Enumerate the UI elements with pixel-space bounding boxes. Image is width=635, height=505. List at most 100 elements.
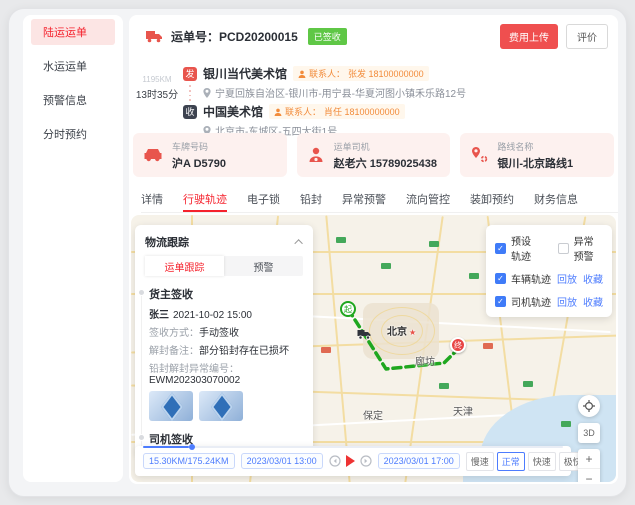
route-summary: 1195KM 13时35分 发 银川当代美术馆 联系人：张发 181000000… [133,59,608,131]
speed-fast[interactable]: 快速 [528,452,556,471]
timeline-dot [138,434,145,441]
tab-lead-seal[interactable]: 铅封 [300,187,322,212]
entry-person: 张三 [149,310,169,321]
waybill-header: 运单号：PCD20200015 已签收 费用上传 评价 [129,23,618,49]
preset-track-checkbox[interactable]: ✓ [495,243,506,254]
preset-track-label: 预设轨迹 [511,233,540,263]
progress-slider[interactable] [143,446,563,448]
app-window: 陆运运单 水运运单 预警信息 分时预约 运单号：PCD20200015 已签收 … [8,8,627,497]
route-distance-duration: 1195KM 13时35分 [135,75,179,101]
city-label-tianjin: 天津 [453,403,473,418]
field-label: 铅封解封异常编号： [149,364,239,375]
main-panel: 运单号：PCD20200015 已签收 费用上传 评价 1195KM 13时35… [129,15,618,484]
route-end-marker[interactable]: 终 [450,337,466,353]
tab-driving-track[interactable]: 行驶轨迹 [183,187,227,212]
sidebar-item-land-waybill[interactable]: 陆运运单 [31,19,115,45]
destination-contact-chip: 联系人：肖任 18100000000 [269,104,405,119]
location-pin-icon [203,88,211,98]
origin-contact-chip: 联系人：张发 18100000000 [293,66,429,81]
sidebar-item-alert-info[interactable]: 预警信息 [31,87,115,113]
vehicle-favorite-link[interactable]: 收藏 [583,271,603,286]
playback-bar: 15.30KM/175.24KM 2023/03/01 13:00 2023/0… [135,446,571,476]
field-value: EWM202303070002 [149,375,240,386]
person-icon [298,70,306,78]
waybill-number: PCD20200015 [219,30,298,44]
end-time-box[interactable]: 2023/03/01 17:00 [378,453,460,469]
waybill-label: 运单号：PCD20200015 [171,28,298,45]
contact-label: 联系人： [285,105,321,118]
capital-star-icon: ★ [409,328,416,337]
speed-slow[interactable]: 慢速 [466,452,494,471]
vehicle-replay-link[interactable]: 回放 [557,271,577,286]
map-canvas[interactable]: 起 终 北京★ 廊坊 保定 天津 ✓ 预设轨迹 异常预警 ✓ [131,215,616,482]
sidebar: 陆运运单 水运运单 预警信息 分时预约 [23,15,123,482]
person-icon [274,108,282,116]
tab-flow-control[interactable]: 流向管控 [406,187,450,212]
city-label-baoding: 保定 [363,407,383,422]
tab-e-lock[interactable]: 电子锁 [247,187,280,212]
plate-label: 车牌号码 [172,140,226,153]
tab-loading-booking[interactable]: 装卸预约 [470,187,514,212]
route-name-value: 银川-北京路线1 [497,155,573,171]
tab-abnormal-alert[interactable]: 异常预警 [342,187,386,212]
city-label-beijing: 北京★ [387,323,416,338]
tab-waybill-tracking[interactable]: 运单跟踪 [145,256,224,276]
track-legend-panel: ✓ 预设轨迹 异常预警 ✓ 车辆轨迹 回放收藏 ✓ 司机轨迹 回放收藏 [486,225,612,317]
evaluate-button[interactable]: 评价 [566,24,608,49]
origin-badge-icon: 发 [183,67,197,81]
origin-name: 银川当代美术馆 [203,65,287,82]
driver-value: 赵老六 15789025438 [334,155,437,171]
abnormal-alert-checkbox[interactable] [558,243,569,254]
logistics-tracking-panel: 物流跟踪 运单跟踪 预警 货主签收 张三2021-10-02 15:00 签收方… [135,225,313,455]
vehicle-track-checkbox[interactable]: ✓ [495,273,506,284]
driver-track-checkbox[interactable]: ✓ [495,296,506,307]
driver-label: 运单司机 [334,140,437,153]
fee-upload-button[interactable]: 费用上传 [500,24,558,49]
field-label: 签收方式： [149,328,199,339]
destination-badge-icon: 收 [183,105,197,119]
plate-card: 车牌号码 沪A D5790 [133,133,287,177]
route-name-label: 路线名称 [497,140,573,153]
contact-label: 联系人： [309,67,345,80]
attachment-thumbnail[interactable] [149,391,193,421]
tab-warning[interactable]: 预警 [224,256,303,276]
field-value: 手动签收 [199,328,239,339]
route-icon [470,146,488,164]
tracking-tabs: 运单跟踪 预警 [145,256,303,276]
map-zoom-control: + − [578,449,600,482]
vehicle-track-label: 车辆轨迹 [511,271,551,286]
info-cards: 车牌号码 沪A D5790 运单司机 赵老六 15789025438 路线名称 … [133,133,614,177]
tracking-timeline: 货主签收 张三2021-10-02 15:00 签收方式：手动签收 解封备注：部… [149,286,303,455]
detail-tabs: 详情 行驶轨迹 电子锁 铅封 异常预警 流向管控 装卸预约 财务信息 [141,187,618,213]
entry-title: 货主签收 [149,286,303,302]
play-button[interactable] [346,455,355,467]
distance-progress-box: 15.30KM/175.24KM [143,453,235,469]
sidebar-item-water-waybill[interactable]: 水运运单 [31,53,115,79]
field-value: 部分铅封存在已损坏 [199,346,289,357]
step-forward-icon[interactable] [360,455,372,467]
sidebar-item-time-booking[interactable]: 分时预约 [31,121,115,147]
entry-time: 2021-10-02 15:00 [173,310,252,321]
progress-knob[interactable] [189,444,195,450]
tab-details[interactable]: 详情 [141,187,163,212]
speed-normal[interactable]: 正常 [497,452,525,471]
city-name: 北京 [387,327,407,338]
tab-finance-info[interactable]: 财务信息 [534,187,578,212]
start-time-box[interactable]: 2023/03/01 13:00 [241,453,323,469]
zoom-out-button[interactable]: − [578,469,600,482]
destination-name: 中国美术馆 [203,103,263,120]
origin-stop: 发 银川当代美术馆 联系人：张发 18100000000 宁夏回族自治区-银川市… [183,65,608,100]
locate-button[interactable] [578,395,600,417]
route-start-marker[interactable]: 起 [340,301,356,317]
route-duration: 13时35分 [135,86,179,101]
driver-replay-link[interactable]: 回放 [557,294,577,309]
origin-address-row: 宁夏回族自治区-银川市-用宁县-华夏河图小镇禾乐路12号 [203,85,608,100]
truck-position-marker[interactable] [357,327,372,345]
map-3d-button[interactable]: 3D [578,423,600,443]
collapse-chevron-icon[interactable] [294,239,302,247]
zoom-in-button[interactable]: + [578,449,600,469]
driver-favorite-link[interactable]: 收藏 [583,294,603,309]
attachment-thumbnail[interactable] [199,391,243,421]
route-distance: 1195KM [135,75,179,84]
step-backward-icon[interactable] [329,455,341,467]
